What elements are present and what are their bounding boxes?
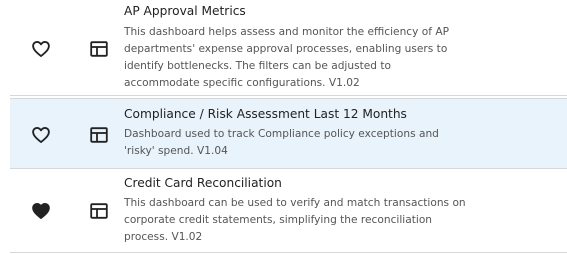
- dashboard-description: This dashboard can be used to verify and…: [124, 197, 466, 243]
- dashboard-row-credit-card-reconciliation[interactable]: Credit Card Reconciliation This dashboar…: [10, 170, 567, 253]
- heart-filled-icon[interactable]: [31, 201, 51, 221]
- dashboard-title[interactable]: Compliance / Risk Assessment Last 12 Mon…: [124, 106, 407, 122]
- dashboard-layout-icon: [90, 40, 108, 58]
- dashboard-row-compliance-risk-assessment[interactable]: Compliance / Risk Assessment Last 12 Mon…: [10, 98, 567, 169]
- dashboard-title[interactable]: AP Approval Metrics: [124, 3, 246, 19]
- dashboard-row-ap-approval-metrics[interactable]: AP Approval Metrics This dashboard helps…: [10, 0, 567, 96]
- dashboard-description: Dashboard used to track Compliance polic…: [124, 128, 439, 157]
- dashboard-layout-icon: [90, 126, 108, 144]
- heart-outline-icon[interactable]: [31, 125, 51, 145]
- dashboard-title[interactable]: Credit Card Reconciliation: [124, 175, 282, 191]
- dashboard-layout-icon: [90, 202, 108, 220]
- heart-outline-icon[interactable]: [31, 39, 51, 59]
- dashboard-description: This dashboard helps assess and monitor …: [124, 26, 449, 89]
